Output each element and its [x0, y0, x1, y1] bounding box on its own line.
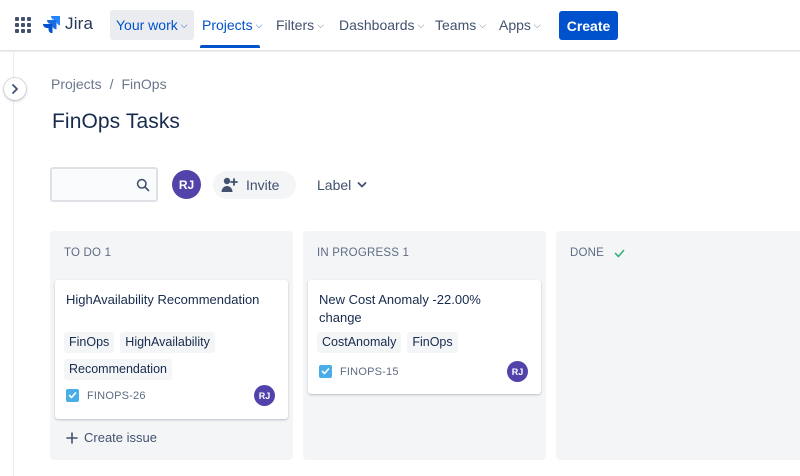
- add-person-icon: [221, 177, 238, 192]
- nav-your-work-label: Your work: [116, 17, 178, 33]
- column-todo: TO DO 1 HighAvailability Recommendation …: [50, 231, 293, 460]
- chevron-down-icon: ⌵: [417, 20, 425, 30]
- breadcrumb-projects[interactable]: Projects: [51, 76, 102, 92]
- breadcrumb-separator: /: [109, 76, 114, 92]
- column-header: IN PROGRESS 1: [317, 247, 409, 259]
- card-footer: FINOPS-15: [319, 365, 399, 378]
- create-issue-label: Create issue: [84, 430, 157, 445]
- column-in-progress: IN PROGRESS 1 New Cost Anomaly -22.00% c…: [303, 231, 546, 460]
- column-done: DONE: [556, 231, 800, 460]
- plus-icon: [66, 431, 78, 444]
- nav-your-work[interactable]: Your work ⌵: [110, 10, 194, 40]
- nav-filters-label: Filters: [276, 17, 315, 33]
- label-tag: FinOps: [64, 332, 115, 353]
- assignee-avatar[interactable]: RJ: [507, 361, 528, 382]
- jira-logo-icon: [43, 16, 60, 33]
- create-button[interactable]: Create: [559, 11, 618, 40]
- assignee-avatar[interactable]: RJ: [254, 385, 275, 406]
- issue-key[interactable]: FINOPS-15: [340, 366, 399, 378]
- column-title: TO DO 1: [64, 247, 112, 259]
- active-nav-indicator: [200, 45, 260, 48]
- chevron-down-icon: ⌵: [180, 20, 188, 30]
- nav-apps-label: Apps: [499, 17, 531, 33]
- card-title: New Cost Anomaly -22.00% change: [319, 292, 481, 325]
- nav-teams[interactable]: Teams ⌵: [429, 10, 492, 40]
- app-switcher-icon[interactable]: [15, 17, 31, 33]
- create-issue-button[interactable]: Create issue: [66, 430, 157, 445]
- nav-teams-label: Teams: [435, 17, 477, 33]
- nav-projects-label: Projects: [202, 17, 253, 33]
- task-checkbox-icon: [319, 365, 332, 378]
- search-input[interactable]: [58, 175, 128, 195]
- card-labels: CostAnomaly FinOps: [317, 332, 532, 353]
- chevron-down-icon: ⌵: [317, 20, 324, 30]
- label-tag: CostAnomaly: [317, 332, 402, 353]
- column-title: DONE: [570, 247, 605, 259]
- card-title: HighAvailability Recommendation: [66, 292, 260, 307]
- issue-card[interactable]: New Cost Anomaly -22.00% change CostAnom…: [308, 280, 541, 394]
- nav-dashboards[interactable]: Dashboards ⌵: [333, 10, 430, 40]
- label-tag: FinOps: [407, 332, 458, 353]
- card-labels: FinOps HighAvailability Recommendation: [64, 332, 279, 380]
- chevron-right-icon: [12, 84, 18, 94]
- page-title: FinOps Tasks: [52, 110, 181, 133]
- card-footer: FINOPS-26: [66, 389, 146, 402]
- breadcrumb: Projects / FinOps: [51, 76, 167, 92]
- search-icon: [136, 178, 150, 192]
- label-filter-dropdown[interactable]: Label: [311, 171, 373, 199]
- collapsed-sidebar: [0, 51, 14, 476]
- top-navigation: Jira Your work ⌵ Projects ⌵ Filters ⌵ Da…: [0, 0, 800, 51]
- nav-dashboards-label: Dashboards: [339, 17, 415, 33]
- logo-text: Jira: [65, 14, 94, 33]
- nav-filters[interactable]: Filters ⌵: [270, 10, 330, 40]
- label-filter-text: Label: [317, 177, 352, 193]
- column-header: TO DO 1: [64, 247, 111, 259]
- issue-key[interactable]: FINOPS-26: [87, 390, 146, 402]
- label-tag: HighAvailability: [120, 332, 215, 353]
- issue-card[interactable]: HighAvailability Recommendation FinOps H…: [55, 280, 288, 419]
- chevron-down-icon: ⌵: [479, 20, 487, 30]
- chevron-down-icon: ⌵: [255, 20, 263, 30]
- invite-label: Invite: [246, 177, 280, 193]
- column-title: IN PROGRESS 1: [317, 247, 410, 259]
- nav-projects[interactable]: Projects ⌵: [196, 10, 268, 40]
- invite-button[interactable]: Invite: [213, 171, 296, 199]
- expand-sidebar-button[interactable]: [4, 78, 26, 100]
- breadcrumb-finops[interactable]: FinOps: [121, 76, 166, 92]
- jira-logo[interactable]: Jira: [42, 14, 93, 34]
- checkmark-icon: [614, 249, 625, 257]
- chevron-down-icon: ⌵: [533, 20, 541, 30]
- board-search[interactable]: [50, 167, 158, 202]
- avatar[interactable]: RJ: [172, 170, 201, 199]
- chevron-down-icon: [357, 182, 367, 188]
- label-tag: Recommendation: [64, 359, 172, 380]
- task-checkbox-icon: [66, 389, 79, 402]
- nav-apps[interactable]: Apps ⌵: [493, 10, 547, 40]
- column-header: DONE: [570, 247, 625, 259]
